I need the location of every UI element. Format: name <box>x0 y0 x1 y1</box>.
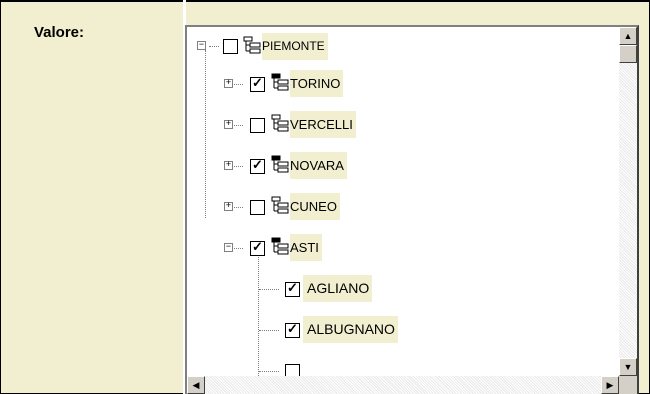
scrollbar-corner <box>619 376 637 394</box>
node-label-vercelli[interactable]: VERCELLI <box>290 111 356 138</box>
hierarchy-icon <box>271 155 289 173</box>
node-label-agliano[interactable]: AGLIANO <box>303 275 373 302</box>
scroll-right-button[interactable]: ▶ <box>601 376 619 394</box>
horizontal-scrollbar[interactable]: ◀ ▶ <box>187 376 619 394</box>
top-border <box>0 0 650 2</box>
hierarchy-icon <box>271 237 289 255</box>
checkbox-novara[interactable]: ✓ <box>250 157 265 174</box>
scroll-down-button[interactable]: ▼ <box>619 358 637 376</box>
scroll-up-button[interactable]: ▲ <box>619 27 637 45</box>
vertical-scroll-thumb[interactable] <box>619 45 637 63</box>
scroll-left-button[interactable]: ◀ <box>187 376 205 394</box>
tree-connector <box>258 252 259 376</box>
tree-connector <box>205 50 206 218</box>
expand-toggle[interactable]: + <box>224 202 233 211</box>
expand-toggle[interactable]: + <box>224 161 233 170</box>
checkbox-piemonte[interactable] <box>223 39 238 54</box>
hierarchy-icon <box>271 196 289 214</box>
checkbox-asti[interactable]: ✓ <box>250 239 265 256</box>
collapse-toggle[interactable]: − <box>197 41 206 50</box>
tree-connector <box>209 46 219 47</box>
expand-toggle[interactable]: + <box>224 120 233 129</box>
node-label-cuneo[interactable]: CUNEO <box>290 193 340 220</box>
node-label-albugnano[interactable]: ALBUGNANO <box>303 316 398 343</box>
tree-connector <box>259 330 279 331</box>
checkbox-partial[interactable] <box>285 364 300 376</box>
checkbox-agliano[interactable]: ✓ <box>285 280 300 297</box>
expand-toggle[interactable]: + <box>224 79 233 88</box>
hierarchy-icon <box>243 36 261 54</box>
tree-content[interactable]: − PIEMONTE + ✓ TORINO + VERCELLI + ✓ NOV… <box>187 27 619 376</box>
tree-connector <box>259 289 279 290</box>
hierarchy-icon <box>271 114 289 132</box>
hierarchy-icon <box>271 73 289 91</box>
tree-connector <box>259 371 279 372</box>
checkbox-vercelli[interactable] <box>250 118 265 133</box>
node-label-torino[interactable]: TORINO <box>290 70 344 97</box>
field-label: Valore: <box>34 24 85 41</box>
node-label-asti[interactable]: ASTI <box>290 234 322 261</box>
node-label-novara[interactable]: NOVARA <box>290 152 347 179</box>
vertical-scrollbar[interactable]: ▲ ▼ <box>619 27 637 376</box>
checkbox-albugnano[interactable]: ✓ <box>285 321 300 338</box>
checkbox-cuneo[interactable] <box>250 200 265 215</box>
checkbox-torino[interactable]: ✓ <box>250 75 265 92</box>
node-label-piemonte[interactable]: PIEMONTE <box>262 33 328 60</box>
collapse-toggle[interactable]: − <box>224 243 233 252</box>
tree-view[interactable]: − PIEMONTE + ✓ TORINO + VERCELLI + ✓ NOV… <box>185 25 639 394</box>
